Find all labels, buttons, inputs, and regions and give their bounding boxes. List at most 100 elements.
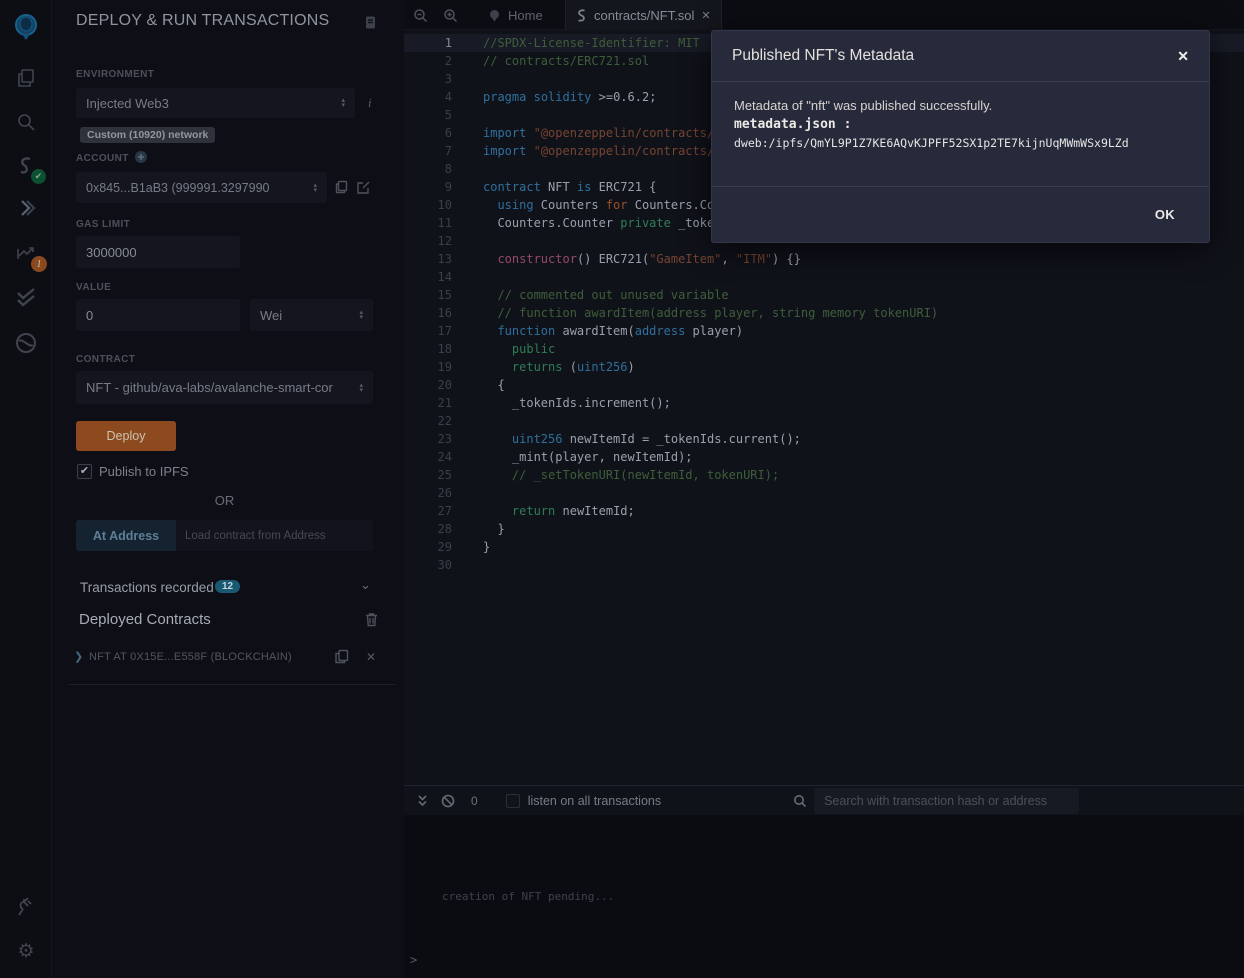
deploy-run-icon[interactable] [0, 187, 52, 231]
code-line: 16 // function awardItem(address player,… [404, 304, 1244, 322]
code-text: // _setTokenURI(newItemId, tokenURI); [460, 466, 779, 484]
code-text: } [460, 520, 505, 538]
code-line: 28 } [404, 520, 1244, 538]
environment-select[interactable]: Injected Web3 ▴▾ [76, 88, 355, 118]
zoom-out-icon[interactable] [413, 8, 428, 23]
transactions-count-badge: 12 [215, 580, 240, 593]
editor-tab-bar: Home contracts/NFT.sol ✕ [404, 0, 1244, 30]
code-text: //SPDX-License-Identifier: MIT [460, 34, 700, 52]
terminal: 0 listen on all transactions creation of… [404, 785, 1244, 978]
tab-label: contracts/NFT.sol [594, 8, 694, 23]
analytics-count-badge: 1 [31, 256, 47, 272]
account-label: ACCOUNT [76, 153, 129, 164]
unit-testing-icon[interactable] [0, 275, 52, 319]
tab-label: Home [508, 8, 543, 23]
deployed-contracts-label: Deployed Contracts [79, 611, 211, 628]
settings-icon[interactable]: ⚙ [0, 929, 52, 973]
search-icon[interactable] [0, 100, 52, 144]
modal-close-icon[interactable]: ✕ [1177, 48, 1189, 65]
unit-select[interactable]: Wei ▴▾ [250, 299, 373, 331]
chevron-down-icon[interactable]: ⌄ [360, 577, 371, 593]
code-text [460, 556, 483, 574]
line-number: 1 [404, 34, 460, 52]
line-number: 2 [404, 52, 460, 70]
line-number: 28 [404, 520, 460, 538]
code-text: contract NFT is ERC721 { [460, 178, 656, 196]
solidity-file-icon [576, 9, 587, 22]
line-number: 30 [404, 556, 460, 574]
search-small-icon [793, 794, 807, 808]
terminal-prompt[interactable]: > [410, 953, 417, 967]
remix-icon [488, 9, 501, 22]
analytics-icon[interactable]: 1 [0, 231, 52, 275]
chevron-right-icon[interactable]: ❯ [74, 650, 83, 663]
code-line: 26 [404, 484, 1244, 502]
contract-select[interactable]: NFT - github/ava-labs/avalanche-smart-co… [76, 371, 373, 404]
transactions-recorded-label[interactable]: Transactions recorded [80, 580, 214, 595]
close-tab-icon[interactable]: ✕ [701, 9, 710, 22]
code-text: _mint(player, newItemId); [460, 448, 693, 466]
gas-limit-input[interactable] [86, 245, 230, 260]
tab-home[interactable]: Home [478, 0, 553, 30]
code-line: 17 function awardItem(address player) [404, 322, 1244, 340]
account-select[interactable]: 0x845...B1aB3 (999991.3297990 ▴▾ [76, 172, 327, 203]
double-chevron-down-icon[interactable] [416, 793, 429, 808]
remove-contract-icon[interactable]: ✕ [366, 650, 376, 664]
code-text: returns (uint256) [460, 358, 635, 376]
code-line: 25 // _setTokenURI(newItemId, tokenURI); [404, 466, 1244, 484]
code-text: function awardItem(address player) [460, 322, 743, 340]
edit-icon[interactable] [356, 180, 371, 200]
publish-ipfs-checkbox[interactable]: ✔ [77, 464, 92, 479]
code-line: 24 _mint(player, newItemId); [404, 448, 1244, 466]
modal-body: Metadata of "nft" was published successf… [712, 82, 1209, 186]
line-number: 7 [404, 142, 460, 160]
code-text: // contracts/ERC721.sol [460, 52, 649, 70]
terminal-search-input[interactable] [814, 788, 1079, 814]
code-text: { [460, 376, 505, 394]
code-line: 30 [404, 556, 1244, 574]
plus-circle-icon[interactable] [134, 150, 148, 169]
listen-transactions-checkbox[interactable] [506, 794, 520, 808]
zoom-in-icon[interactable] [443, 8, 458, 23]
file-explorer-icon[interactable] [0, 56, 52, 100]
copy-icon[interactable] [334, 649, 349, 669]
code-line: 27 return newItemId; [404, 502, 1244, 520]
line-number: 14 [404, 268, 460, 286]
trash-icon[interactable] [365, 612, 378, 632]
pending-tx-count: 0 [471, 794, 478, 808]
copy-icon[interactable] [334, 180, 348, 199]
info-icon[interactable]: i [368, 95, 372, 111]
deploy-button[interactable]: Deploy [76, 421, 176, 451]
line-number: 5 [404, 106, 460, 124]
code-text: uint256 newItemId = _tokenIds.current(); [460, 430, 801, 448]
code-text: pragma solidity >=0.6.2; [460, 88, 656, 106]
terminal-toolbar: 0 listen on all transactions [404, 785, 1244, 815]
panel-title: DEPLOY & RUN TRANSACTIONS [76, 12, 329, 30]
solidity-compiler-icon[interactable]: ✔ [0, 144, 52, 188]
at-address-input[interactable] [176, 520, 373, 551]
ok-button[interactable]: OK [1155, 207, 1175, 222]
debugger-icon[interactable] [0, 321, 52, 365]
remix-logo[interactable] [0, 5, 52, 49]
ban-icon[interactable] [441, 794, 455, 808]
network-badge: Custom (10920) network [80, 127, 215, 143]
code-line: 20 { [404, 376, 1244, 394]
at-address-button[interactable]: At Address [76, 520, 176, 551]
line-number: 11 [404, 214, 460, 232]
ipfs-url: dweb:/ipfs/QmYL9P1Z7KE6AQvKJPFF52SX1p2TE… [734, 136, 1187, 150]
published-metadata-modal: Published NFT's Metadata ✕ Metadata of "… [711, 30, 1210, 243]
code-text: constructor() ERC721("GameItem", "ITM") … [460, 250, 801, 268]
modal-message: Metadata of "nft" was published successf… [734, 98, 1187, 113]
value-label: VALUE [76, 282, 111, 293]
code-line: 22 [404, 412, 1244, 430]
deployed-contract-item[interactable]: NFT AT 0X15E...E558F (BLOCKCHAIN) [89, 651, 292, 663]
select-arrows-icon: ▴▾ [313, 183, 317, 193]
value-input[interactable] [86, 308, 230, 323]
code-text: _tokenIds.increment(); [460, 394, 671, 412]
book-icon[interactable] [363, 15, 378, 35]
environment-label: ENVIRONMENT [76, 69, 154, 80]
tab-nft-sol[interactable]: contracts/NFT.sol ✕ [565, 0, 722, 30]
terminal-log: creation of NFT pending... [442, 890, 614, 903]
plugin-manager-icon[interactable] [0, 885, 52, 929]
line-number: 10 [404, 196, 460, 214]
